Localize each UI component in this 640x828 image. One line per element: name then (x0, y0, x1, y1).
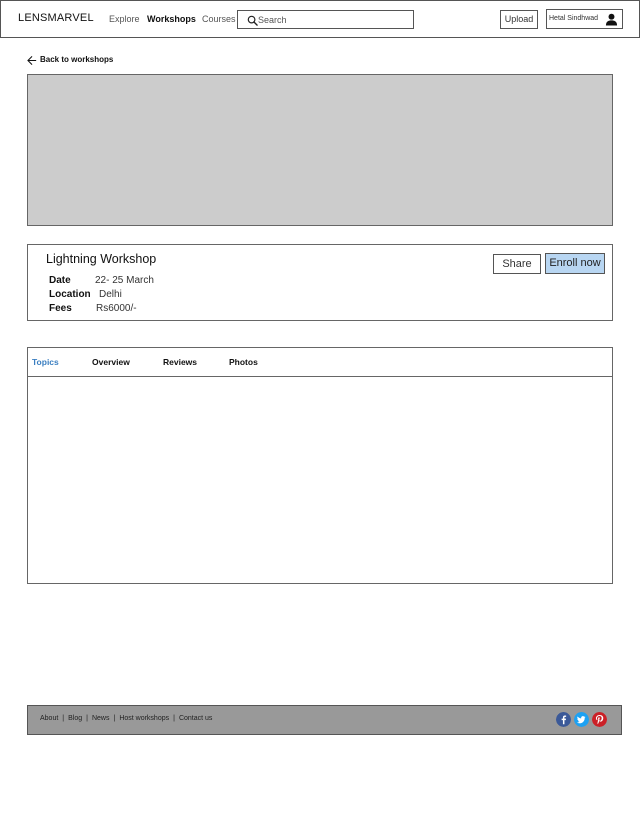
enroll-now-button[interactable]: Enroll now (545, 253, 605, 274)
date-value: 22- 25 March (95, 275, 154, 286)
footer-link-blog[interactable]: Blog (68, 715, 82, 722)
arrow-left-icon (27, 56, 37, 65)
tab-content-panel (28, 378, 612, 583)
nav-courses[interactable]: Courses (202, 14, 236, 24)
footer-separator: | (86, 715, 88, 722)
pinterest-icon[interactable] (592, 712, 607, 727)
nav-explore[interactable]: Explore (109, 14, 140, 24)
tab-reviews[interactable]: Reviews (163, 357, 197, 367)
search-box[interactable] (237, 10, 414, 29)
nav-workshops[interactable]: Workshops (147, 14, 196, 24)
footer: About | Blog | News | Host workshops | Contact u… (27, 705, 622, 735)
location-label: Location (49, 289, 91, 300)
back-link-label: Back to workshops (40, 55, 114, 64)
footer-link-about[interactable]: About (40, 715, 58, 722)
footer-link-news[interactable]: News (92, 715, 110, 722)
share-button[interactable]: Share (493, 254, 541, 274)
footer-link-host-workshops[interactable]: Host workshops (119, 715, 169, 722)
tab-photos[interactable]: Photos (229, 357, 258, 367)
tab-overview[interactable]: Overview (92, 357, 130, 367)
date-label: Date (49, 275, 71, 286)
app-logo[interactable]: LENSMARVEL (18, 12, 94, 24)
tab-bar: Topics Overview Reviews Photos (28, 348, 612, 377)
upload-button[interactable]: Upload (500, 10, 538, 29)
footer-separator: | (173, 715, 175, 722)
user-name: Hetal Sindhwad (549, 15, 599, 22)
footer-link-contact-us[interactable]: Contact us (179, 715, 212, 722)
facebook-icon[interactable] (556, 712, 571, 727)
tab-topics[interactable]: Topics (32, 357, 59, 367)
workshop-details-tabs: Topics Overview Reviews Photos (27, 347, 613, 584)
search-input[interactable] (258, 12, 408, 27)
fees-value: Rs6000/- (96, 303, 137, 314)
footer-separator: | (62, 715, 65, 722)
workshop-info-card: Lightning Workshop Date 22- 25 March Loc… (27, 244, 613, 321)
user-avatar-icon (605, 13, 618, 26)
location-value: Delhi (99, 289, 122, 300)
user-menu-button[interactable]: Hetal Sindhwad (546, 9, 623, 29)
top-navbar: LENSMARVEL Explore Workshops Courses Upl… (0, 0, 640, 38)
twitter-icon[interactable] (574, 712, 589, 727)
search-icon (247, 15, 258, 26)
footer-links: About | Blog | News | Host workshops | Contact u… (40, 715, 212, 722)
fees-label: Fees (49, 303, 72, 314)
footer-separator: | (113, 715, 116, 722)
workshop-title: Lightning Workshop (46, 252, 157, 266)
workshop-cover-image (27, 74, 613, 226)
